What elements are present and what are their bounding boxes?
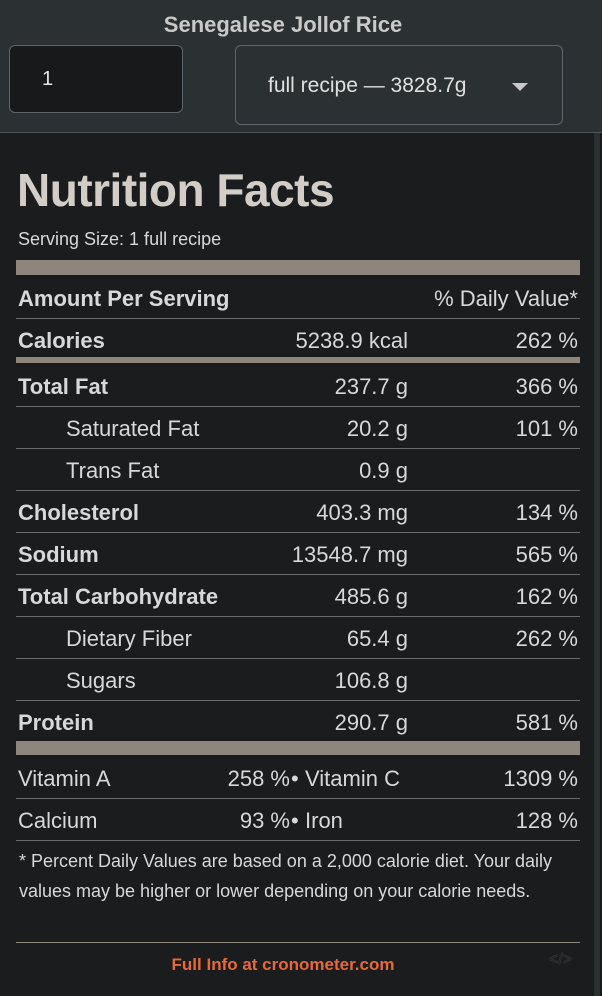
nutrient-dv: 581 % [515,710,578,735]
calories-row: Calories 5238.9 kcal 262 % [16,318,580,360]
nutrient-row: Sugars 106.8 g [16,658,580,701]
nutrient-row: Saturated Fat 20.2 g 101 % [16,406,580,449]
vitamin-value: 93 % [239,808,290,833]
nutrient-label: Total Fat [18,374,109,399]
nutrient-row: Trans Fat 0.9 g [16,448,580,491]
vitamin-value: 1309 % [503,766,578,791]
bullet-separator: • [291,808,299,833]
nutrient-label: Cholesterol [18,500,140,525]
bullet-separator: • [291,766,299,791]
nutrient-dv: 162 % [515,584,578,609]
nutrient-amount: 403.3 mg [316,500,408,525]
nutrient-label: Protein [18,710,94,735]
nutrient-label: Sodium [18,542,99,567]
nutrient-row: Cholesterol 403.3 mg 134 % [16,490,580,533]
nutrient-amount: 0.9 g [359,458,408,483]
chevron-down-icon [512,83,528,91]
amount-header: Amount Per Serving [18,286,230,311]
nutrient-label: Saturated Fat [66,416,200,441]
nutrient-dv: 134 % [515,500,578,525]
nutrient-row: Protein 290.7 g 581 % [16,700,580,742]
nutrient-amount: 485.6 g [334,584,408,609]
daily-value-footnote: * Percent Daily Values are based on a 2,… [19,851,553,901]
nutrient-dv: 262 % [515,626,578,651]
vitamin-name: Vitamin C [305,766,400,791]
nutrient-row: Total Fat 237.7 g 366 % [16,364,580,407]
vitamin-name: Calcium [18,808,98,833]
vitamin-value: 128 % [515,808,578,833]
serving-unit-value: full recipe — 3828.7g [268,74,467,97]
dv-header: % Daily Value* [434,286,578,311]
vitamin-value: 258 % [227,766,290,791]
serving-unit-select[interactable]: full recipe — 3828.7g [235,45,563,125]
calories-label: Calories [18,328,105,353]
amount-header-row: Amount Per Serving % Daily Value* [16,276,580,319]
embed-code-icon[interactable]: </> [549,951,572,969]
nutrient-amount: 237.7 g [334,374,408,399]
nutrient-row: Sodium 13548.7 mg 565 % [16,532,580,575]
nutrient-amount: 106.8 g [334,668,408,693]
nutrient-amount: 65.4 g [346,626,408,651]
footer-divider [16,942,580,943]
calories-amount: 5238.9 kcal [295,328,408,353]
nutrient-label: Dietary Fiber [66,626,192,651]
serving-size: Serving Size: 1 full recipe [18,229,222,249]
thick-divider [16,260,580,275]
medium-divider [16,357,580,363]
cronometer-link[interactable]: Full Info at cronometer.com [0,955,566,975]
nutrient-label: Sugars [66,668,136,693]
nutrition-facts-title: Nutrition Facts [17,164,335,216]
quantity-input[interactable]: 1 [9,45,183,113]
nutrient-amount: 20.2 g [346,416,408,441]
nutrient-dv: 565 % [515,542,578,567]
calories-dv: 262 % [515,328,578,353]
recipe-title: Senegalese Jollof Rice [163,12,403,37]
nutrient-dv: 366 % [515,374,578,399]
header-bar: Senegalese Jollof Rice 1 full recipe — 3… [0,0,602,133]
nutrient-dv: 101 % [515,416,578,441]
nutrient-amount: 290.7 g [334,710,408,735]
nutrient-amount: 13548.7 mg [291,542,408,567]
thick-divider [16,741,580,755]
nutrient-row: Total Carbohydrate 485.6 g 162 % [16,574,580,617]
vitamin-name: Iron [305,808,343,833]
vitamin-name: Vitamin A [18,766,111,791]
nutrient-label: Total Carbohydrate [18,584,219,609]
vitamin-row: Vitamin A 258 % • Vitamin C 1309 % [16,756,580,799]
nutrient-label: Trans Fat [66,458,160,483]
nutrient-row: Dietary Fiber 65.4 g 262 % [16,616,580,659]
vitamin-row: Calcium 93 % • Iron 128 % [16,798,580,841]
